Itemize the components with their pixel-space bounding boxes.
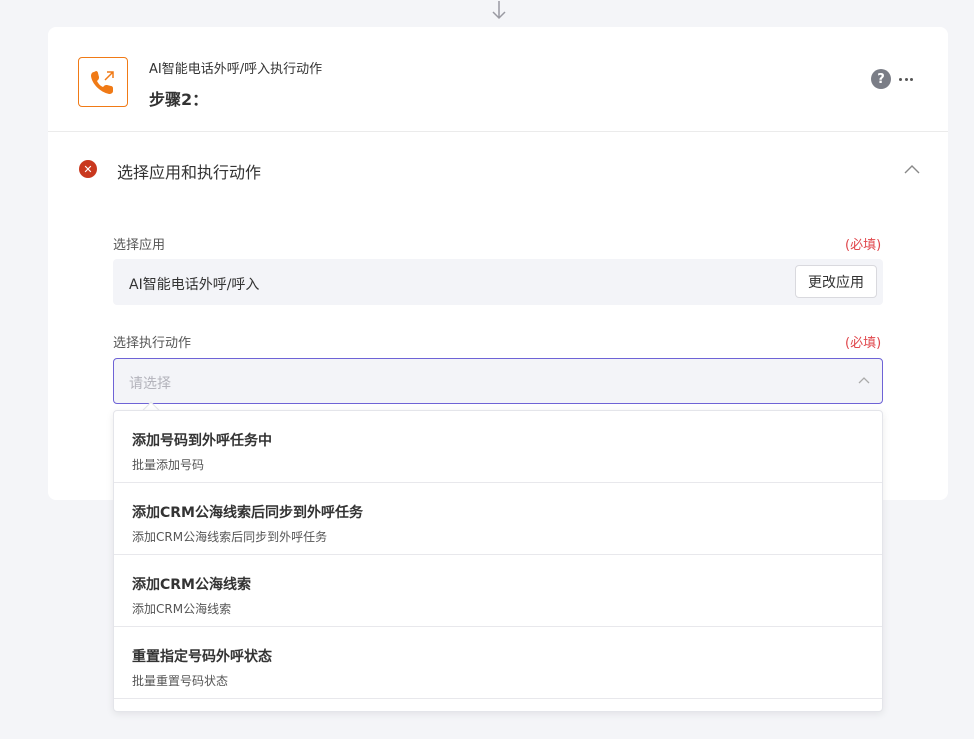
- dropdown-option[interactable]: 添加CRM公海线索 添加CRM公海线索: [114, 555, 882, 627]
- option-title: 添加CRM公海线索: [132, 577, 251, 593]
- dropdown-option[interactable]: 重置指定号码外呼状态 批量重置号码状态: [114, 627, 882, 699]
- phone-outgoing-icon: [78, 57, 128, 107]
- section-title: 选择应用和执行动作: [117, 163, 262, 182]
- select-app-label: 选择应用: [113, 238, 166, 253]
- more-icon[interactable]: [899, 69, 913, 89]
- option-title: 添加CRM公海线索后同步到外呼任务: [132, 505, 363, 521]
- step-app-subtitle: AI智能电话外呼/呼入执行动作: [149, 62, 323, 77]
- action-select[interactable]: 请选择: [113, 358, 883, 404]
- dropdown-option[interactable]: 添加CRM公海线索后同步到外呼任务 添加CRM公海线索后同步到外呼任务: [114, 483, 882, 555]
- section-header-select-app-action[interactable]: ✕ 选择应用和执行动作: [48, 133, 948, 207]
- select-action-required: (必填): [845, 336, 882, 351]
- help-icon[interactable]: ?: [871, 69, 891, 89]
- option-description: 添加CRM公海线索: [132, 602, 232, 616]
- flow-arrow-down-icon: [492, 1, 506, 20]
- option-description: 添加CRM公海线索后同步到外呼任务: [132, 530, 328, 544]
- action-dropdown: 添加号码到外呼任务中 批量添加号码 添加CRM公海线索后同步到外呼任务 添加CR…: [113, 410, 883, 712]
- chevron-up-icon[interactable]: [903, 162, 921, 176]
- option-title: 添加号码到外呼任务中: [132, 433, 272, 449]
- step-header: AI智能电话外呼/呼入执行动作 步骤2： ?: [48, 27, 948, 132]
- error-icon: ✕: [79, 160, 97, 178]
- step-title: 步骤2：: [149, 90, 209, 109]
- change-app-button[interactable]: 更改应用: [795, 265, 877, 298]
- selected-app-value: AI智能电话外呼/呼入: [129, 277, 260, 293]
- option-description: 批量添加号码: [132, 458, 205, 472]
- chevron-up-icon: [858, 377, 870, 384]
- dropdown-option[interactable]: 添加号码到外呼任务中 批量添加号码: [114, 411, 882, 483]
- option-title: 重置指定号码外呼状态: [132, 649, 272, 665]
- select-action-label: 选择执行动作: [113, 336, 192, 351]
- action-select-placeholder: 请选择: [129, 376, 171, 392]
- option-description: 批量重置号码状态: [132, 674, 229, 688]
- select-app-required: (必填): [845, 238, 882, 253]
- selected-app-field: AI智能电话外呼/呼入 更改应用: [113, 259, 883, 305]
